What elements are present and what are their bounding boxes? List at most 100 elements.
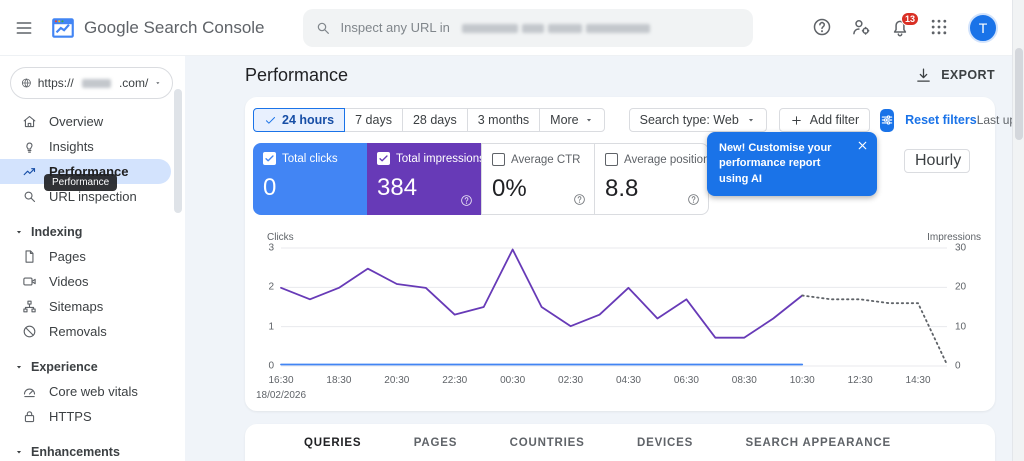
- metric-label: Total clicks: [282, 152, 338, 165]
- sidebar-item-insights[interactable]: Insights: [0, 134, 171, 159]
- chevron-down-icon: [16, 230, 22, 234]
- interval-label: Hourly: [915, 152, 962, 169]
- metric-value: 384: [377, 174, 418, 201]
- metric-card-total-clicks[interactable]: Total clicks 0: [253, 143, 367, 215]
- user-settings-button[interactable]: [851, 17, 873, 39]
- property-globe-icon: [21, 78, 31, 88]
- sidebar-item-label: Overview: [49, 114, 104, 129]
- google-search-console-logo: [52, 17, 74, 38]
- right-axis-ticks: 30 20 10 0: [955, 242, 967, 372]
- sidebar-item-removals[interactable]: Removals: [0, 319, 171, 344]
- help-icon[interactable]: [460, 194, 473, 207]
- help-button[interactable]: [812, 17, 834, 39]
- date-tab-3-months[interactable]: 3 months: [466, 108, 541, 132]
- notifications-button[interactable]: 13: [890, 11, 919, 39]
- sidebar-item-core-web-vitals[interactable]: Core web vitals: [0, 379, 171, 404]
- magnifier-icon: [24, 191, 36, 203]
- right-axis-caption: Impressions: [927, 232, 981, 243]
- sidebar-section-indexing[interactable]: Indexing: [0, 220, 185, 244]
- page-title: Performance: [245, 64, 349, 85]
- tab-devices[interactable]: DEVICES: [633, 424, 697, 461]
- home-icon: [23, 115, 36, 128]
- check-icon: [265, 155, 274, 162]
- date-tab-more[interactable]: More: [539, 108, 605, 132]
- sidebar-item-videos[interactable]: Videos: [0, 269, 171, 294]
- export-button[interactable]: EXPORT: [915, 67, 995, 84]
- date-tab-24-hours[interactable]: 24 hours: [253, 108, 346, 132]
- close-promo-button[interactable]: [856, 139, 869, 152]
- sidebar-item-https[interactable]: HTTPS: [0, 404, 171, 429]
- page-scrollbar-thumb[interactable]: [1015, 48, 1023, 140]
- reset-filters-link[interactable]: Reset filters: [905, 113, 977, 127]
- sidebar-item-label: HTTPS: [49, 409, 92, 424]
- tune-icon: [881, 115, 893, 125]
- check-icon: [379, 155, 388, 162]
- help-icon[interactable]: [573, 193, 586, 206]
- tab-countries[interactable]: COUNTRIES: [506, 424, 589, 461]
- sidebar-section-enhancements[interactable]: Enhancements: [0, 440, 185, 461]
- metric-label: Average position: [624, 153, 710, 166]
- apps-grid-icon: [931, 19, 947, 34]
- header-actions: 13 T: [812, 11, 1012, 43]
- performance-chart-svg: [281, 248, 947, 366]
- sidebar-section-experience[interactable]: Experience: [0, 355, 185, 379]
- top-app-bar: Google Search Console Inspect any URL in…: [0, 0, 1012, 56]
- metric-value: 0: [263, 174, 277, 201]
- url-inspection-search-input[interactable]: Inspect any URL in: [302, 8, 753, 47]
- sidebar-nav: https:// .com/ Overview Insights Perform…: [0, 56, 185, 461]
- metric-value: 8.8: [605, 175, 639, 202]
- hamburger-menu-button[interactable]: [0, 4, 48, 52]
- sidebar-item-label: Insights: [49, 139, 94, 154]
- sidebar-scrollbar[interactable]: [174, 89, 182, 213]
- redacted-property-text: [81, 78, 111, 88]
- average-position-checkbox[interactable]: [605, 153, 618, 166]
- apps-grid-button[interactable]: [929, 17, 951, 39]
- plus-icon: [792, 115, 801, 125]
- help-icon: [813, 18, 831, 35]
- section-label: Indexing: [31, 225, 83, 239]
- average-ctr-checkbox[interactable]: [492, 153, 505, 166]
- sidebar-item-sitemaps[interactable]: Sitemaps: [0, 294, 171, 319]
- app-logo-title[interactable]: Google Search Console: [50, 15, 265, 41]
- check-icon: [265, 116, 276, 124]
- interval-select[interactable]: Hourly: [904, 149, 970, 173]
- metric-card-average-position[interactable]: Average position 8.8: [595, 143, 709, 215]
- page-scrollbar[interactable]: [1012, 0, 1024, 461]
- add-filter-button[interactable]: Add filter: [778, 108, 871, 132]
- performance-chart-icon: [23, 168, 36, 176]
- metric-card-total-impressions[interactable]: Total impressions 384: [367, 143, 485, 215]
- lock-icon: [24, 411, 35, 423]
- date-tab-7-days[interactable]: 7 days: [344, 108, 403, 132]
- account-avatar[interactable]: T: [968, 12, 998, 43]
- property-selector[interactable]: https:// .com/: [10, 67, 173, 99]
- redacted-url-text: [460, 20, 652, 35]
- sidebar-item-label: URL inspection: [49, 189, 137, 204]
- date-range-tabs: 24 hours 7 days 28 days 3 months More: [253, 108, 605, 132]
- dimensions-table-card: QUERIES PAGES COUNTRIES DEVICES SEARCH A…: [245, 424, 995, 461]
- date-tab-28-days[interactable]: 28 days: [401, 108, 468, 132]
- user-settings-icon: [853, 19, 870, 35]
- x-axis-labels: 16:30 18/02/2026 18:30 20:30 22:30 00:30…: [255, 375, 931, 401]
- total-clicks-checkbox[interactable]: [263, 152, 276, 165]
- tab-search-appearance[interactable]: SEARCH APPEARANCE: [742, 424, 895, 461]
- customise-report-button[interactable]: [880, 108, 895, 132]
- search-type-filter[interactable]: Search type: Web: [628, 108, 767, 132]
- tab-pages[interactable]: PAGES: [410, 424, 461, 461]
- chart-plot-area[interactable]: [281, 248, 947, 366]
- download-icon: [917, 67, 930, 82]
- total-impressions-checkbox[interactable]: [377, 152, 390, 165]
- export-label: EXPORT: [941, 68, 995, 82]
- chevron-down-icon: [156, 82, 160, 85]
- page-icon: [25, 250, 34, 263]
- help-icon[interactable]: [687, 193, 700, 206]
- sidebar-item-overview[interactable]: Overview: [0, 109, 171, 134]
- performance-chart: Clicks Impressions 3 2 1 0 30 20 10 0 16…: [253, 232, 987, 403]
- section-label: Experience: [31, 360, 98, 374]
- metric-card-average-ctr[interactable]: Average CTR 0%: [481, 143, 595, 215]
- property-url-prefix: https://: [37, 76, 74, 90]
- sidebar-item-pages[interactable]: Pages: [0, 244, 171, 269]
- search-icon: [317, 22, 329, 34]
- chevron-down-icon: [16, 450, 22, 454]
- tab-queries[interactable]: QUERIES: [300, 424, 365, 461]
- chevron-down-icon: [16, 365, 22, 369]
